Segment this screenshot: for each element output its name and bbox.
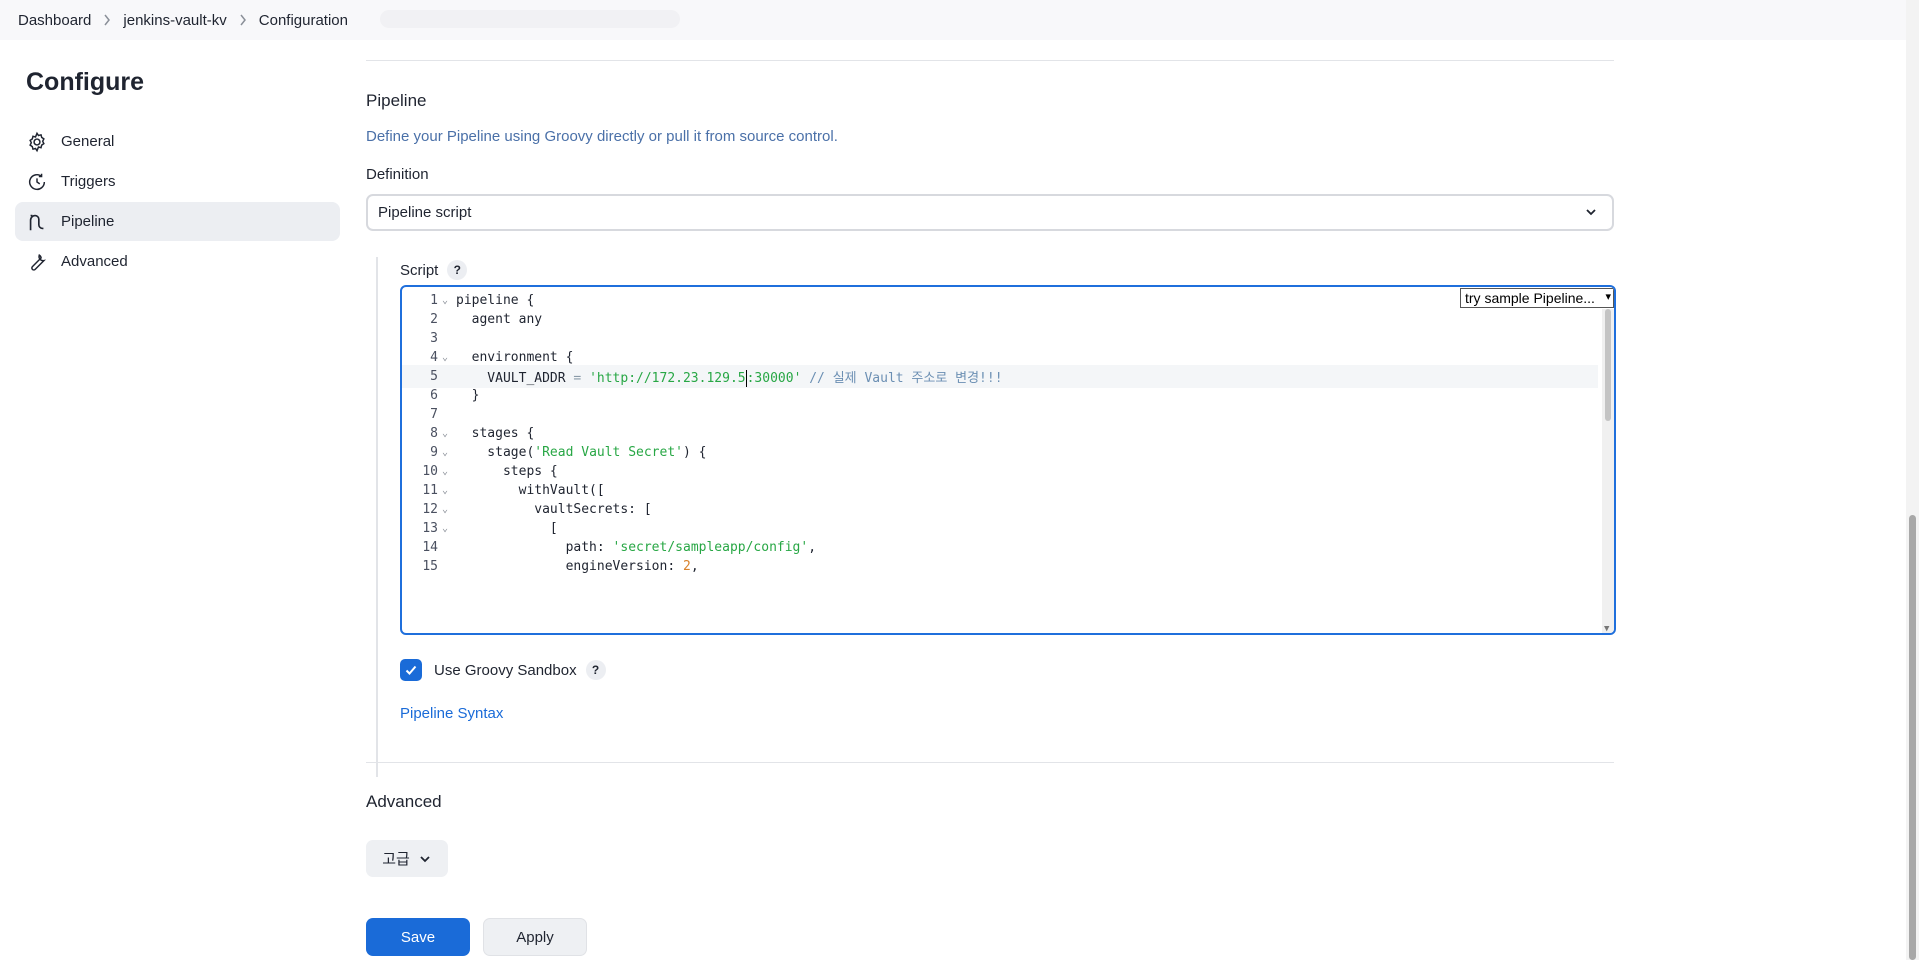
chevron-right-icon [239,14,247,26]
save-button[interactable]: Save [366,918,470,956]
pipeline-section-title: Pipeline [366,91,427,110]
line-number: 7 [430,407,438,422]
help-icon[interactable]: ? [585,660,606,680]
sidebar-item-triggers[interactable]: Triggers [15,162,340,201]
fold-icon[interactable]: ⌄ [438,352,452,363]
line-number: 1 [430,293,438,308]
fold-icon[interactable]: ⌄ [438,466,452,477]
advanced-section-title: Advanced [366,792,442,811]
code-text: pipeline { [456,293,535,308]
line-number: 4 [430,350,438,365]
apply-button[interactable]: Apply [483,918,587,956]
line-number: 6 [430,388,438,403]
gear-icon [26,131,48,153]
script-label-row: Script ? [400,260,468,280]
line-number: 15 [422,559,438,574]
line-number: 10 [422,464,438,479]
line-number: 9 [430,445,438,460]
sidebar: Configure General Triggers Pipeline Adva… [15,68,340,282]
fold-icon[interactable]: ⌄ [438,504,452,515]
code-text: stages { [456,426,535,441]
code-text: withVault([ [456,483,605,498]
pipeline-icon [26,211,48,233]
code-text: stage('Read Vault Secret') { [456,445,707,460]
breadcrumb-dashboard[interactable]: Dashboard [18,12,91,29]
sidebar-item-general[interactable]: General [15,122,340,161]
line-number: 8 [430,426,438,441]
breadcrumb-configuration[interactable]: Configuration [259,12,348,29]
sidebar-item-pipeline[interactable]: Pipeline [15,202,340,241]
editor-scrollbar[interactable]: ▼ [1602,309,1614,633]
groovy-sandbox-label: Use Groovy Sandbox [434,661,577,679]
chevron-down-icon [1584,205,1598,223]
sample-pipeline-value: try sample Pipeline... [1465,290,1595,306]
pipeline-description: Define your Pipeline using Groovy direct… [366,128,838,145]
script-block: Script ? 1 ⌄ pipeline { 2 agent any 3 4 … [376,257,1616,777]
script-label: Script [400,261,439,279]
code-text: engineVersion: 2, [456,559,699,574]
page-scrollbar-thumb[interactable] [1909,515,1916,960]
scroll-down-arrow-icon[interactable]: ▼ [1604,624,1609,633]
code-text: } [456,388,480,403]
fold-icon[interactable]: ⌄ [438,447,452,458]
definition-select[interactable]: Pipeline script [366,194,1614,231]
definition-value: Pipeline script [378,204,472,221]
chevron-down-icon [420,855,430,862]
line-number: 12 [422,502,438,517]
sample-pipeline-select[interactable]: try sample Pipeline... ▾ [1460,288,1614,308]
line-number: 13 [422,521,438,536]
chevron-down-icon: ▾ [1605,291,1611,303]
section-divider [366,762,1614,763]
clock-icon [26,171,48,193]
line-number: 5 [430,369,438,384]
checkmark-icon [405,665,417,675]
editor-scrollbar-thumb[interactable] [1605,309,1611,421]
code-text: steps { [456,464,558,479]
script-editor[interactable]: 1 ⌄ pipeline { 2 agent any 3 4 ⌄ environ… [400,285,1616,635]
fold-icon[interactable]: ⌄ [438,295,452,306]
pipeline-syntax-link[interactable]: Pipeline Syntax [400,705,503,722]
code-text: [ [456,521,558,536]
groovy-sandbox-checkbox[interactable] [400,659,422,681]
page-scrollbar[interactable] [1906,0,1919,960]
help-icon[interactable]: ? [447,260,468,280]
sidebar-item-label: Triggers [61,173,116,190]
code-text: environment { [456,350,574,365]
chevron-right-icon [103,14,111,26]
line-number: 2 [430,312,438,327]
advanced-button-label: 고급 [382,851,410,868]
fold-icon[interactable]: ⌄ [438,485,452,496]
sidebar-item-advanced[interactable]: Advanced [15,242,340,281]
sidebar-item-label: Pipeline [61,213,115,230]
advanced-toggle-button[interactable]: 고급 [366,840,448,877]
faded-header-placeholder [380,10,680,28]
breadcrumb: Dashboard jenkins-vault-kv Configuration [0,0,1906,40]
section-divider [366,60,1614,61]
sidebar-title: Configure [26,68,145,96]
wrench-icon [26,251,48,273]
fold-icon[interactable]: ⌄ [438,523,452,534]
breadcrumb-job[interactable]: jenkins-vault-kv [123,12,226,29]
code-text: agent any [456,312,543,327]
line-number: 3 [430,331,438,346]
groovy-sandbox-row: Use Groovy Sandbox ? [400,659,606,681]
sidebar-item-label: Advanced [61,253,128,270]
line-number: 11 [422,483,438,498]
sidebar-item-label: General [61,133,115,150]
code-text: path: 'secret/sampleapp/config', [456,540,817,555]
definition-label: Definition [366,166,429,183]
code-text: vaultSecrets: [ [456,502,652,517]
code-line[interactable]: 15 engineVersion: 2, [402,555,1598,578]
line-number: 14 [422,540,438,555]
fold-icon[interactable]: ⌄ [438,428,452,439]
